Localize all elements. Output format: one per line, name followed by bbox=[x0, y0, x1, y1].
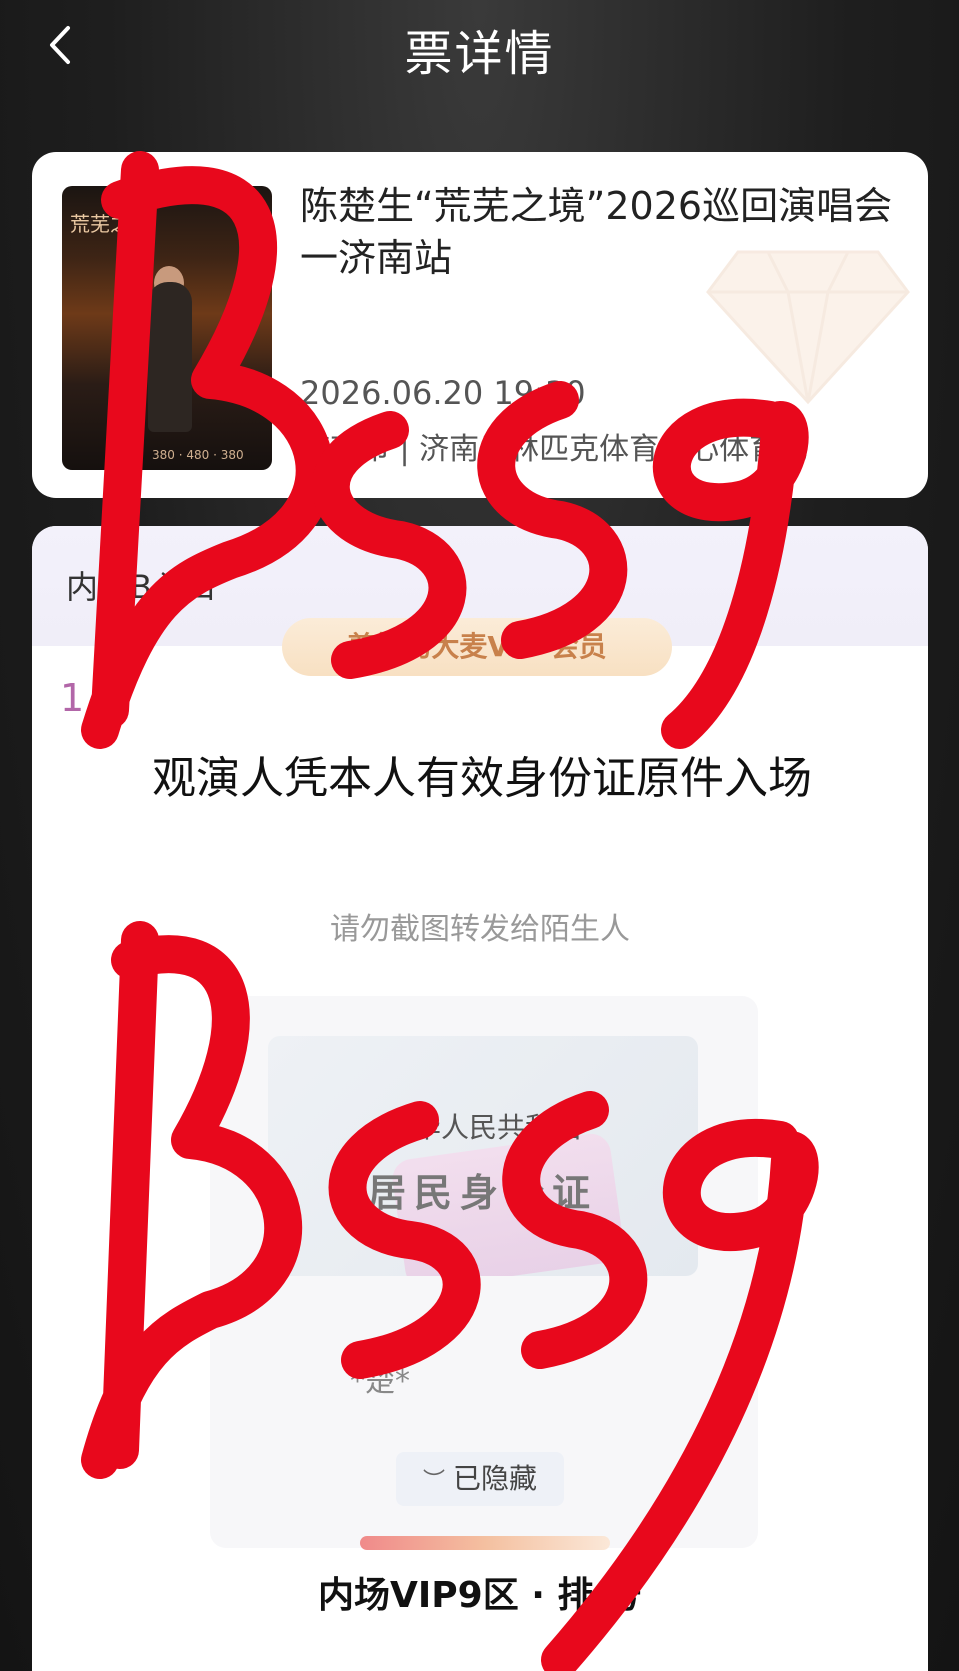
event-card[interactable]: 荒芜之境 380 · 480 · 380 陈楚生“荒芜之境”2026巡回演唱会一… bbox=[32, 152, 928, 498]
id-panel: 中华人民共和国 居民身份证 *楚* ︶ 已隐藏 bbox=[210, 996, 758, 1550]
poster-figure bbox=[148, 282, 192, 432]
eye-closed-icon: ︶ bbox=[422, 1469, 445, 1494]
event-venue: 济南市 | 济南奥林匹克体育中心体育场 bbox=[300, 432, 810, 467]
event-date: 2026.06.20 19:30 bbox=[300, 374, 586, 412]
event-poster: 荒芜之境 380 · 480 · 380 bbox=[62, 186, 272, 470]
hidden-toggle-button[interactable]: ︶ 已隐藏 bbox=[396, 1452, 564, 1506]
id-type: 居民身份证 bbox=[367, 1171, 598, 1215]
ticket-count: 1 bbox=[60, 676, 85, 720]
page-title: 票详情 bbox=[404, 26, 555, 82]
id-card: 中华人民共和国 居民身份证 bbox=[268, 1036, 698, 1276]
diamond-icon bbox=[706, 250, 910, 405]
entrance-label: 内场B入口 bbox=[66, 568, 216, 606]
ticket-count-unit: 张 bbox=[90, 696, 113, 721]
vip-badge: 尊敬的大麦VIP·会员 bbox=[282, 618, 672, 676]
header: 票详情 bbox=[0, 0, 959, 100]
id-country: 中华人民共和国 bbox=[384, 1111, 581, 1144]
poster-prices: 380 · 480 · 380 bbox=[152, 448, 244, 462]
screenshot-warning: 请勿截图转发给陌生人 bbox=[330, 912, 630, 947]
progress-bar bbox=[360, 1536, 610, 1550]
entry-notice: 观演人凭本人有效身份证原件入场 bbox=[152, 753, 812, 804]
holder-name: *楚* bbox=[350, 1364, 410, 1399]
poster-title: 荒芜之境 bbox=[70, 212, 150, 236]
ticket-card: 内场B入口 尊敬的大麦VIP·会员 1 张 观演人凭本人有效身份证原件入场 请勿… bbox=[32, 526, 928, 1671]
hidden-label: 已隐藏 bbox=[453, 1462, 538, 1495]
seat-info: 内场VIP9区 · 排 号 bbox=[318, 1575, 642, 1616]
